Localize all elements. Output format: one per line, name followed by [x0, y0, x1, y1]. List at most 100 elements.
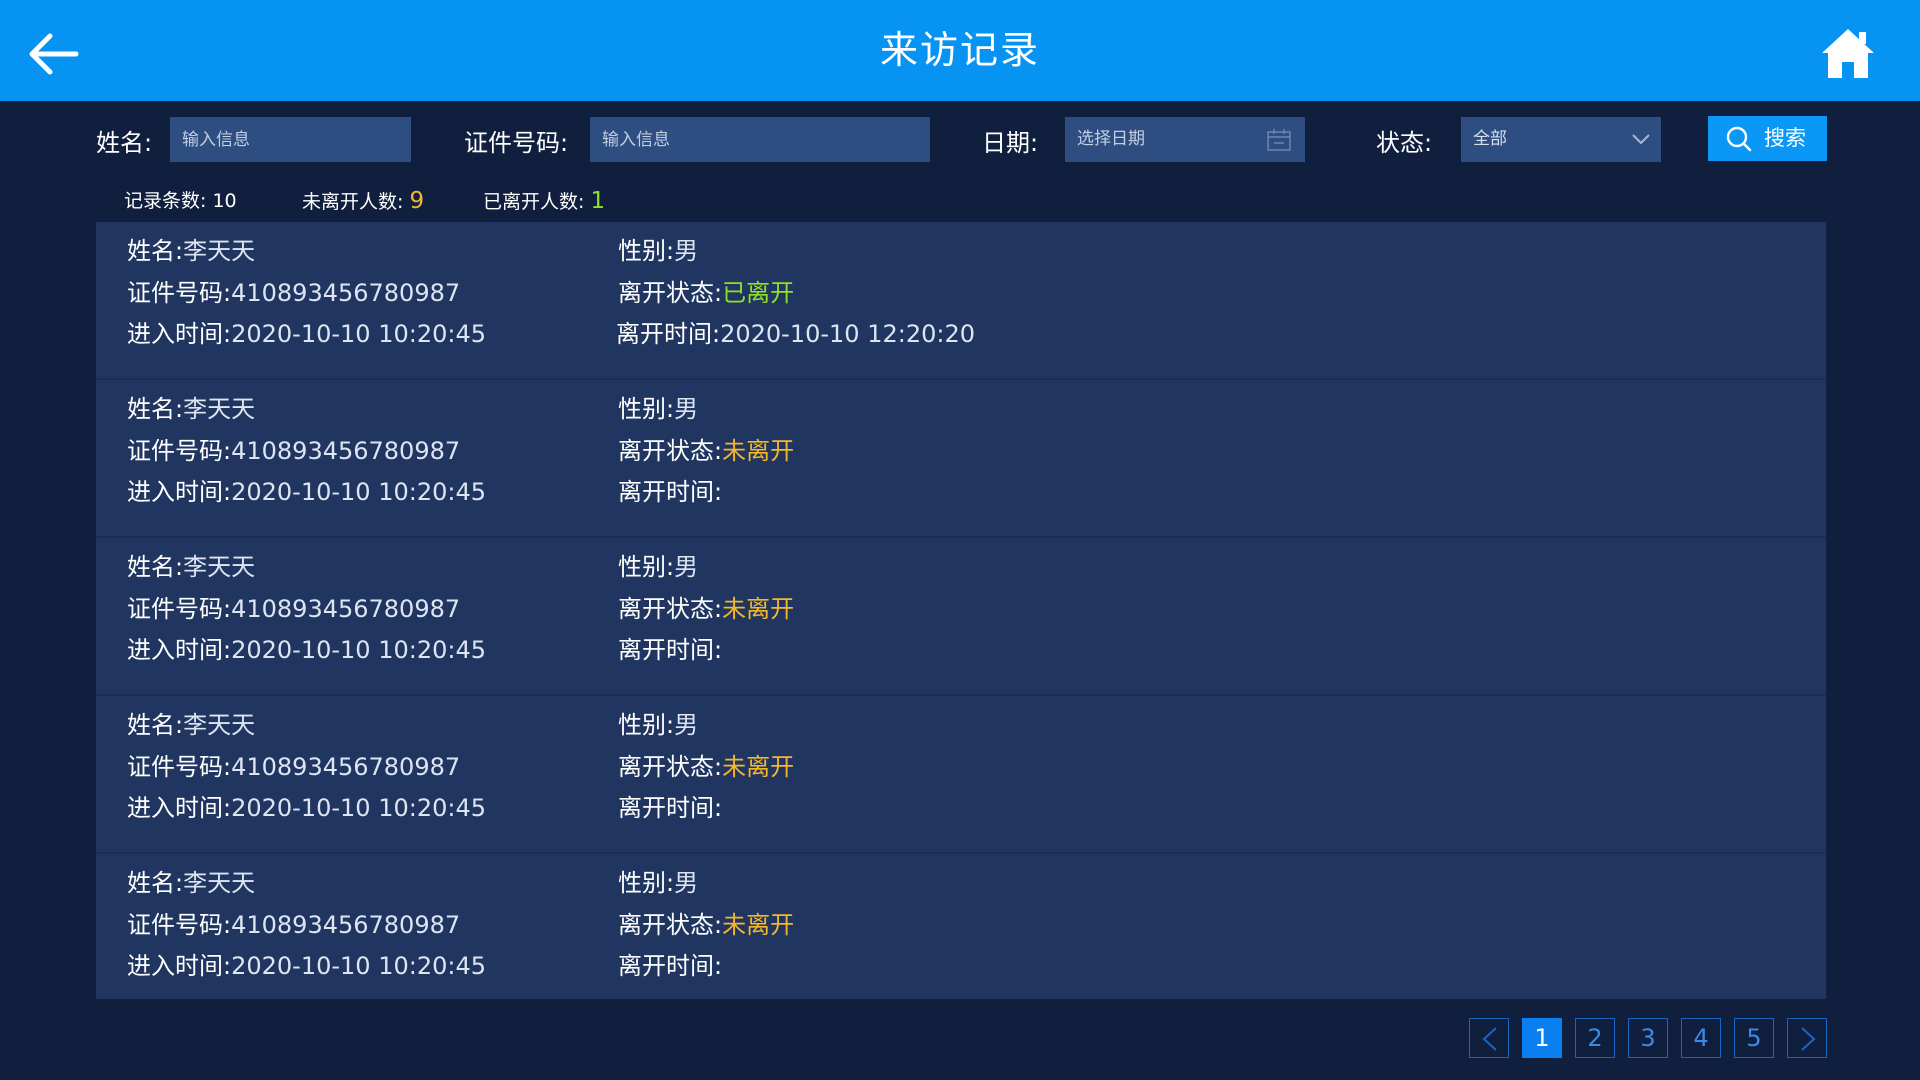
page-4-button[interactable]: 4: [1681, 1018, 1721, 1058]
enter-time-value: 2020-10-10 10:20:45: [231, 636, 486, 664]
record-card[interactable]: 姓名:李天天 证件号码:410893456780987 进入时间:2020-10…: [96, 538, 1826, 696]
record-name: 姓名:李天天: [127, 234, 255, 268]
visitor-record-list: 姓名:李天天 证件号码:410893456780987 进入时间:2020-10…: [96, 222, 1826, 999]
record-enter-time: 进入时间:2020-10-10 10:20:45: [127, 317, 486, 351]
record-id: 证件号码:410893456780987: [127, 592, 460, 626]
page-title: 来访记录: [879, 28, 1040, 72]
leave-time-value: 2020-10-10 12:20:20: [720, 320, 975, 348]
record-id: 证件号码:410893456780987: [127, 908, 460, 942]
record-id: 证件号码:410893456780987: [127, 434, 460, 468]
status-label: 离开状态:: [618, 753, 723, 781]
record-gender: 性别:男: [618, 708, 698, 742]
enter-time-value: 2020-10-10 10:20:45: [231, 794, 486, 822]
left-count-label: 已离开人数:: [483, 191, 585, 213]
record-card[interactable]: 姓名:李天天 证件号码:410893456780987 进入时间:2020-10…: [96, 854, 1826, 1010]
enter-time-value: 2020-10-10 10:20:45: [231, 320, 486, 348]
record-gender: 性别:男: [618, 866, 698, 900]
leave-time-label: 离开时间:: [618, 952, 723, 980]
record-leave-time: 离开时间:: [618, 791, 722, 825]
page-2-button[interactable]: 2: [1575, 1018, 1615, 1058]
id-filter-label: 证件号码:: [464, 129, 569, 157]
record-leave-time: 离开时间:2020-10-10 12:20:20: [616, 317, 975, 351]
name-label: 姓名:: [127, 237, 184, 265]
page-5-button[interactable]: 5: [1734, 1018, 1774, 1058]
id-value: 410893456780987: [231, 437, 461, 465]
gender-label: 性别:: [618, 237, 675, 265]
gender-value: 男: [674, 711, 699, 739]
home-button[interactable]: [1820, 26, 1876, 80]
id-value: 410893456780987: [231, 911, 461, 939]
status-value: 已离开: [722, 279, 795, 307]
enter-time-label: 进入时间:: [127, 320, 232, 348]
name-input[interactable]: [170, 117, 411, 162]
id-number-input[interactable]: [590, 117, 930, 162]
status-label: 离开状态:: [618, 279, 723, 307]
date-picker[interactable]: 选择日期: [1065, 117, 1305, 162]
left-count-value: 1: [590, 188, 606, 214]
record-enter-time: 进入时间:2020-10-10 10:20:45: [127, 475, 486, 509]
enter-time-label: 进入时间:: [127, 478, 232, 506]
records-count: 记录条数: 10: [124, 186, 237, 216]
record-status: 离开状态:已离开: [618, 276, 794, 310]
record-leave-time: 离开时间:: [618, 949, 722, 983]
date-placeholder: 选择日期: [1077, 129, 1145, 149]
gender-label: 性别:: [618, 553, 675, 581]
name-value: 李天天: [183, 711, 256, 739]
enter-time-label: 进入时间:: [127, 636, 232, 664]
record-name: 姓名:李天天: [127, 866, 255, 900]
gender-value: 男: [674, 395, 699, 423]
name-label: 姓名:: [127, 711, 184, 739]
gender-value: 男: [674, 553, 699, 581]
gender-value: 男: [674, 869, 699, 897]
next-page-button[interactable]: [1787, 1018, 1827, 1058]
id-label: 证件号码:: [127, 911, 232, 939]
not-left-count-value: 9: [409, 188, 425, 214]
status-value: 未离开: [722, 911, 795, 939]
record-card[interactable]: 姓名:李天天 证件号码:410893456780987 进入时间:2020-10…: [96, 380, 1826, 538]
search-button-label: 搜索: [1764, 126, 1806, 150]
gender-label: 性别:: [618, 395, 675, 423]
page-3-button[interactable]: 3: [1628, 1018, 1668, 1058]
name-label: 姓名:: [127, 395, 184, 423]
status-value: 未离开: [722, 437, 795, 465]
left-count: 已离开人数: 1: [483, 186, 605, 216]
top-bar: 来访记录: [0, 0, 1920, 101]
status-select[interactable]: 全部: [1461, 117, 1661, 162]
gender-value: 男: [674, 237, 699, 265]
record-id: 证件号码:410893456780987: [127, 750, 460, 784]
record-leave-time: 离开时间:: [618, 633, 722, 667]
id-value: 410893456780987: [231, 753, 461, 781]
record-name: 姓名:李天天: [127, 550, 255, 584]
record-gender: 性别:男: [618, 550, 698, 584]
status-filter-label: 状态:: [1376, 129, 1433, 157]
prev-page-button[interactable]: [1469, 1018, 1509, 1058]
record-card[interactable]: 姓名:李天天 证件号码:410893456780987 进入时间:2020-10…: [96, 222, 1826, 380]
record-gender: 性别:男: [618, 392, 698, 426]
enter-time-label: 进入时间:: [127, 794, 232, 822]
calendar-icon: [1267, 129, 1291, 151]
record-status: 离开状态:未离开: [618, 592, 794, 626]
record-leave-time: 离开时间:: [618, 475, 722, 509]
record-enter-time: 进入时间:2020-10-10 10:20:45: [127, 791, 486, 825]
leave-time-label: 离开时间:: [616, 320, 721, 348]
leave-time-label: 离开时间:: [618, 478, 723, 506]
id-label: 证件号码:: [127, 753, 232, 781]
gender-label: 性别:: [618, 869, 675, 897]
search-icon: [1726, 126, 1752, 152]
id-label: 证件号码:: [127, 595, 232, 623]
records-count-value: 10: [212, 190, 237, 212]
record-card[interactable]: 姓名:李天天 证件号码:410893456780987 进入时间:2020-10…: [96, 696, 1826, 854]
status-label: 离开状态:: [618, 595, 723, 623]
record-name: 姓名:李天天: [127, 708, 255, 742]
id-value: 410893456780987: [231, 595, 461, 623]
enter-time-label: 进入时间:: [127, 952, 232, 980]
page-1-button[interactable]: 1: [1522, 1018, 1562, 1058]
home-icon: [1822, 29, 1874, 78]
record-gender: 性别:男: [618, 234, 698, 268]
name-value: 李天天: [183, 395, 256, 423]
chevron-right-icon: [1801, 1027, 1816, 1051]
enter-time-value: 2020-10-10 10:20:45: [231, 478, 486, 506]
search-button[interactable]: 搜索: [1708, 116, 1827, 161]
name-value: 李天天: [183, 869, 256, 897]
record-name: 姓名:李天天: [127, 392, 255, 426]
